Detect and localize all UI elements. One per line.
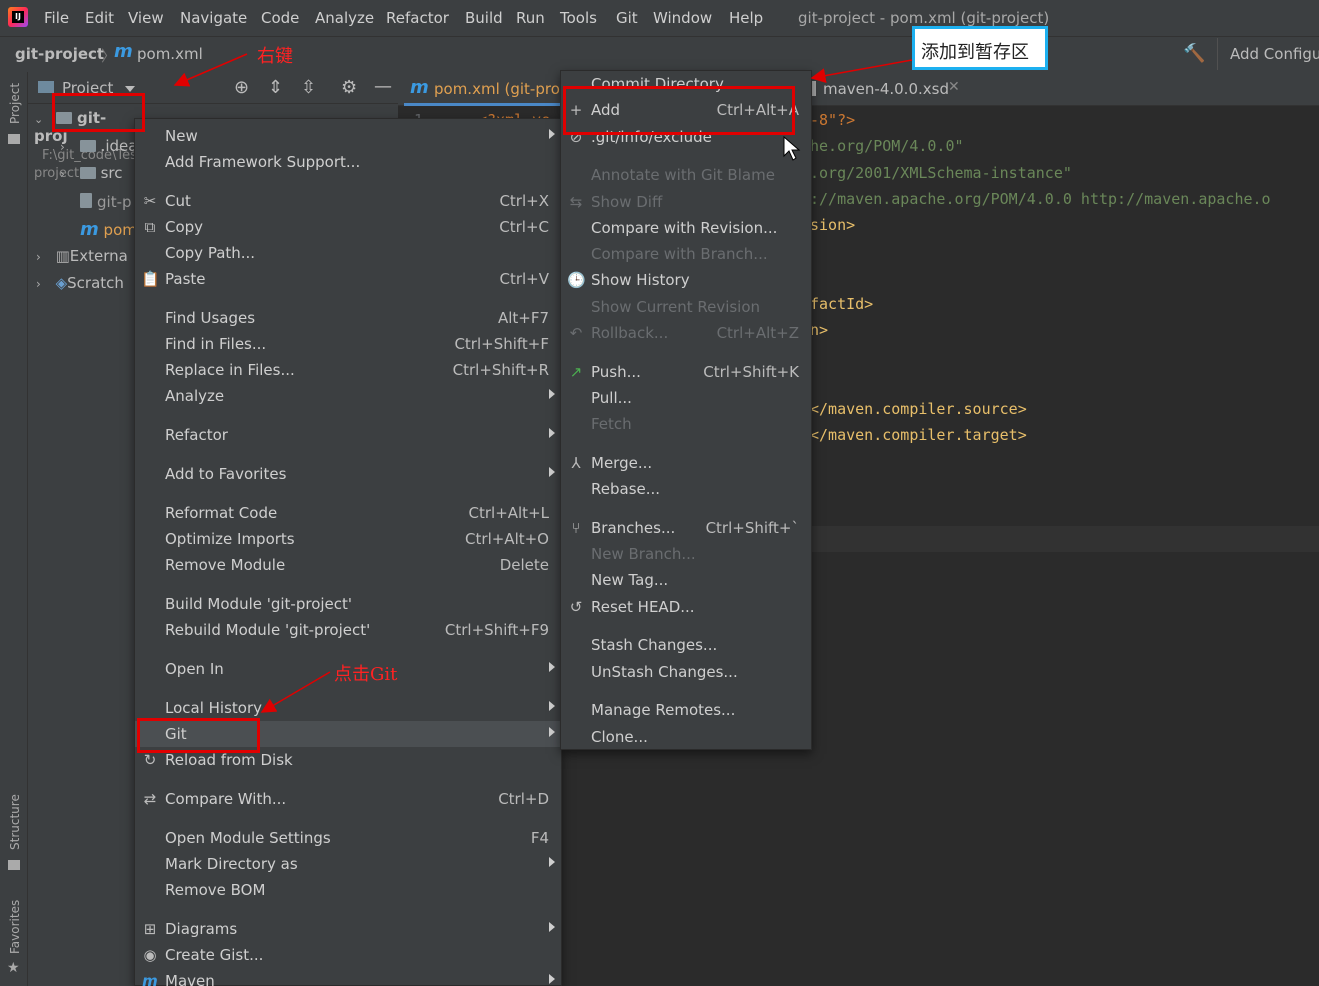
mouse-cursor-icon (783, 135, 801, 161)
arrow-add-stage (810, 59, 913, 83)
arrow-click-git (260, 671, 331, 713)
annotation-arrows (173, 53, 913, 713)
arrow-right-click (173, 53, 248, 87)
